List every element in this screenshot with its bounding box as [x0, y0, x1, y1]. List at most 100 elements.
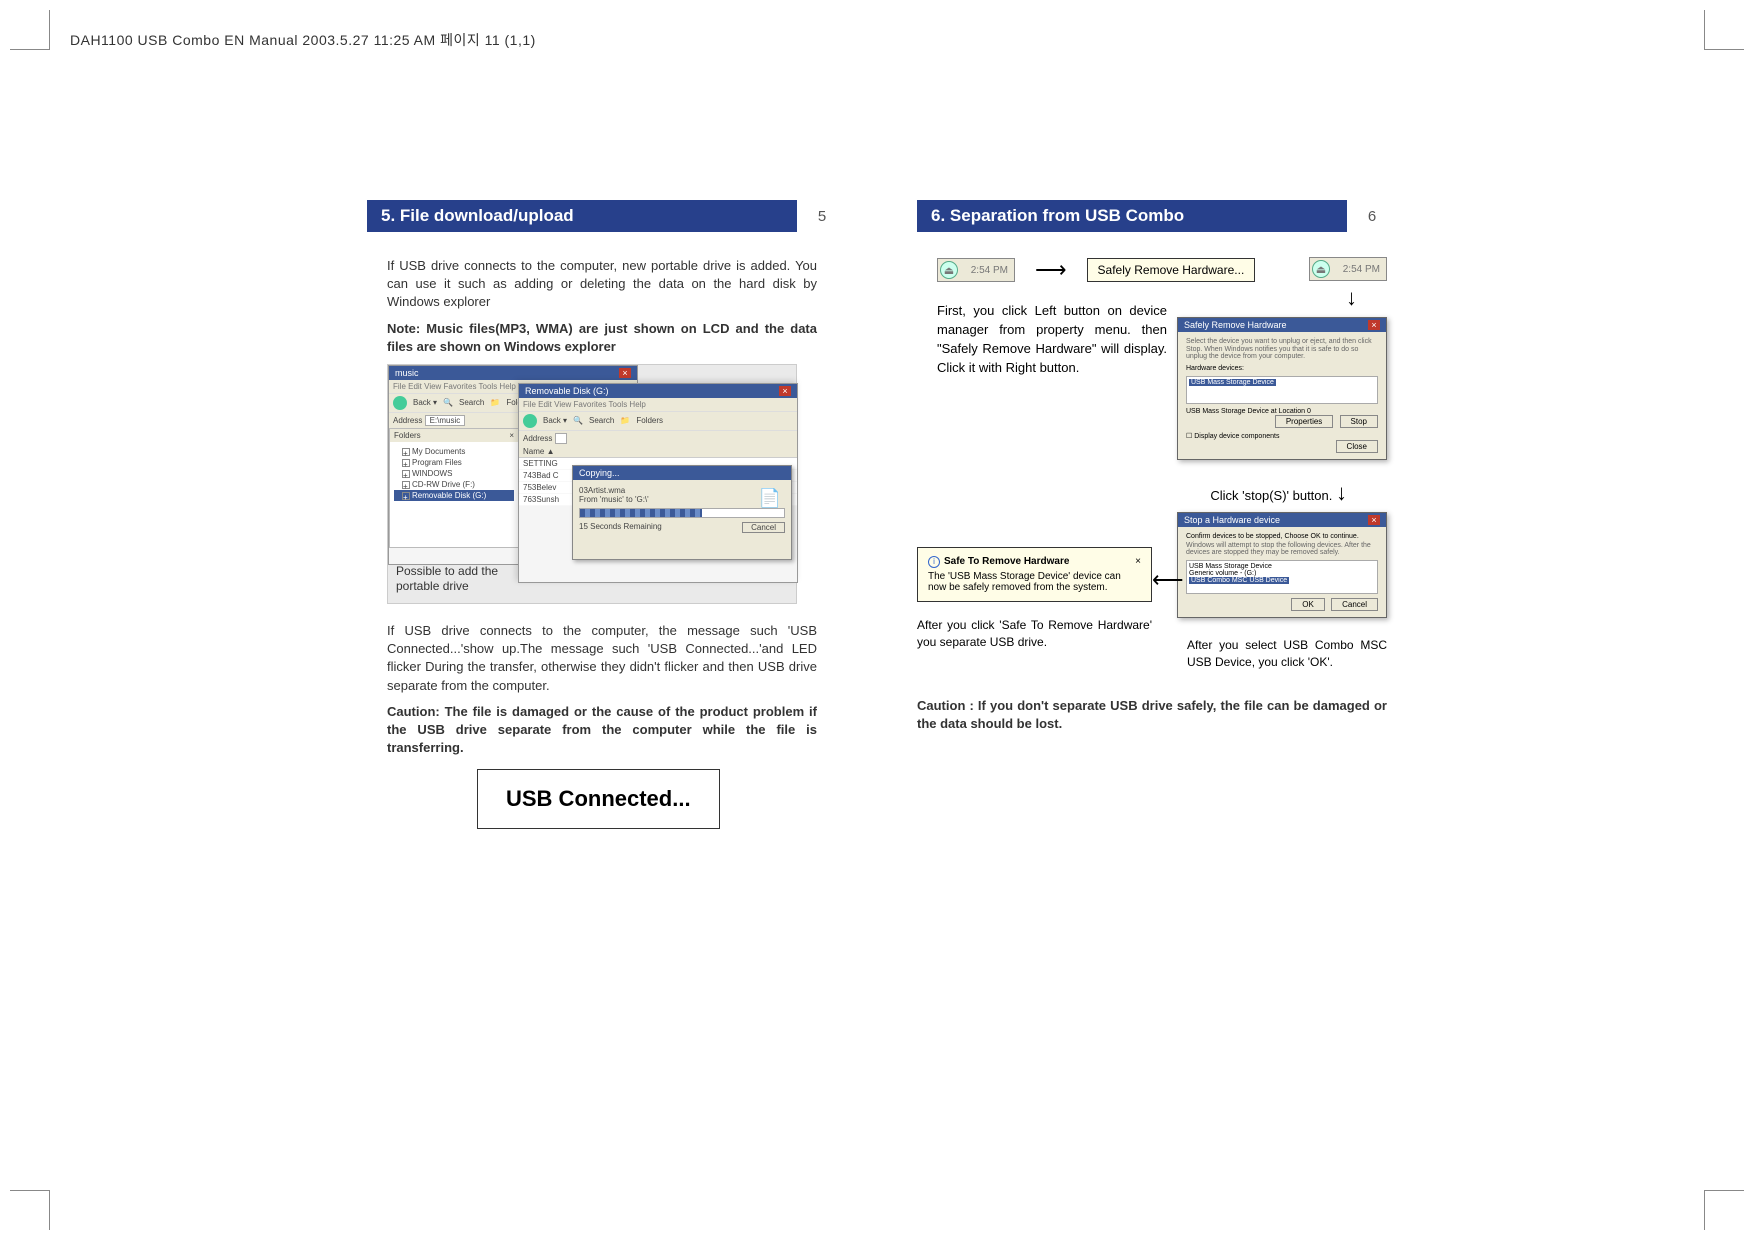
back-label: Back ▾ [413, 398, 437, 407]
address-label: Address [393, 416, 422, 425]
arrow-left-icon: ⟵ [1152, 567, 1184, 593]
click-stop-text: Click 'stop(S)' button. [1210, 488, 1332, 503]
file-item: 743Bad C [523, 471, 559, 480]
safely-remove-hardware-dialog: Safely Remove Hardware × Select the devic… [1177, 317, 1387, 460]
close-icon: × [509, 431, 514, 440]
s6-after-select: After you select USB Combo MSC USB Devic… [1187, 637, 1387, 672]
section-6-title: 6. Separation from USB Combo [917, 200, 1347, 232]
systray-badge: ⏏ 2:54 PM [1309, 257, 1387, 281]
dialog-title: Copying... [573, 466, 791, 480]
folders-tree: Folders × +My Documents +Program Files +… [389, 428, 519, 548]
toolbar: Back ▾ 🔍Search 📁Folders [519, 411, 797, 430]
click-stop-label: Click 'stop(S)' button. ↓ [1210, 482, 1347, 504]
dialog-desc2: Windows will attempt to stop the followi… [1186, 542, 1378, 556]
close-button: Close [1336, 440, 1378, 453]
figure-annotation: Possible to add the portable drive [396, 564, 516, 593]
safely-remove-tooltip: Safely Remove Hardware... [1087, 258, 1256, 282]
file-item: 753Belev [523, 483, 556, 492]
crop-mark [1704, 10, 1744, 50]
back-label: Back ▾ [543, 416, 567, 425]
close-icon: × [619, 368, 631, 378]
systray-badge: ⏏ 2:54 PM [937, 258, 1015, 282]
search-label: Search [589, 416, 614, 425]
s6-caution: Caution : If you don't separate USB driv… [917, 697, 1387, 733]
device-item: USB Mass Storage Device [1189, 563, 1375, 570]
crop-mark [1704, 1190, 1744, 1230]
file-item: 763Sunsh [523, 495, 559, 504]
close-icon: × [1368, 320, 1380, 330]
column-section-5: 5. File download/upload 5 If USB drive c… [367, 200, 837, 829]
s5-caution: Caution: The file is damaged or the caus… [387, 703, 817, 758]
folder-item-selected: Removable Disk (G:) [412, 491, 486, 500]
windows-explorer-figure: music × File Edit View Favorites Tools H… [387, 364, 797, 604]
hw-label: Hardware devices: [1186, 365, 1378, 372]
menu-bar: File Edit View Favorites Tools Help [519, 398, 797, 411]
ok-button: OK [1291, 598, 1325, 611]
back-icon [523, 414, 537, 428]
address-value [555, 433, 567, 444]
device-item-selected: USB Combo MSC USB Device [1189, 577, 1289, 584]
safely-remove-icon: ⏏ [1312, 260, 1330, 278]
device-list: USB Mass Storage Device Generic volume -… [1186, 560, 1378, 594]
device-location: USB Mass Storage Device at Location 0 [1186, 408, 1378, 415]
usb-connected-lcd: USB Connected... [477, 769, 720, 829]
stop-button: Stop [1340, 415, 1378, 428]
arrow-down-icon: ↓ [1346, 287, 1357, 309]
s5-paragraph-2: If USB drive connects to the computer, t… [387, 622, 817, 695]
dialog-desc: Select the device you want to unplug or … [1186, 338, 1378, 361]
device-item: Generic volume - (G:) [1189, 570, 1375, 577]
s5-paragraph-1: If USB drive connects to the computer, n… [387, 257, 817, 312]
arrow-right-icon: ⟶ [1035, 257, 1067, 283]
display-components-checkbox: Display device components [1194, 433, 1279, 440]
page-number-5: 5 [807, 208, 837, 225]
device-list: USB Mass Storage Device [1186, 376, 1378, 404]
address-bar: Address [519, 430, 797, 446]
safe-to-remove-balloon: i Safe To Remove Hardware × The 'USB Mass … [917, 547, 1152, 602]
prepress-header: DAH1100 USB Combo EN Manual 2003.5.27 11… [70, 30, 536, 50]
dialog-title: Safely Remove Hardware [1184, 320, 1287, 330]
folders-pane-header: Folders [394, 431, 421, 440]
address-label: Address [523, 434, 552, 443]
close-icon: × [1368, 515, 1380, 525]
balloon-title: Safe To Remove Hardware [944, 556, 1069, 567]
properties-button: Properties [1275, 415, 1333, 428]
folder-item: CD-RW Drive (F:) [412, 480, 475, 489]
cancel-button: Cancel [742, 522, 785, 533]
folders-label: Folders [636, 416, 663, 425]
file-item: SETTING [523, 459, 558, 468]
window-title: music [395, 368, 419, 378]
back-icon [393, 396, 407, 410]
address-value: E:\music [425, 415, 466, 426]
column-section-6: 6. Separation from USB Combo 6 ⏏ 2:54 PM… [917, 200, 1387, 829]
dialog-desc: Confirm devices to be stopped, Choose OK… [1186, 533, 1378, 540]
progress-bar [579, 508, 785, 518]
section-5-title: 5. File download/upload [367, 200, 797, 232]
folder-item: WINDOWS [412, 469, 452, 478]
copy-animation-icon: 📄 [759, 488, 781, 509]
safely-remove-icon: ⏏ [940, 261, 958, 279]
copying-from-to: From 'music' to 'G:\' [579, 495, 785, 504]
search-label: Search [459, 398, 484, 407]
time-remaining: 15 Seconds Remaining [579, 522, 662, 533]
cancel-button: Cancel [1331, 598, 1378, 611]
crop-mark [10, 10, 50, 50]
arrow-down-icon: ↓ [1336, 480, 1347, 505]
copying-filename: 03Artist.wma [579, 486, 785, 495]
dialog-title: Stop a Hardware device [1184, 515, 1280, 525]
folder-item: My Documents [412, 447, 465, 456]
page-number-6: 6 [1357, 208, 1387, 225]
crop-mark [10, 1190, 50, 1230]
close-icon: × [1135, 556, 1141, 567]
stop-hardware-dialog: Stop a Hardware device × Confirm devices … [1177, 512, 1387, 618]
tray-time: 2:54 PM [971, 265, 1008, 276]
s6-after-balloon: After you click 'Safe To Remove Hardware… [917, 617, 1152, 652]
s6-step1-text: First, you click Left button on device m… [937, 302, 1167, 377]
copy-progress-dialog: Copying... 📄 03Artist.wma From 'music' t… [572, 465, 792, 560]
window-title: Removable Disk (G:) [525, 386, 609, 396]
tray-time: 2:54 PM [1343, 264, 1380, 275]
balloon-body: The 'USB Mass Storage Device' device can… [928, 571, 1141, 593]
s5-note: Note: Music files(MP3, WMA) are just sho… [387, 320, 817, 356]
close-icon: × [779, 386, 791, 396]
column-header: Name ▲ [523, 447, 554, 456]
info-icon: i [928, 556, 940, 568]
